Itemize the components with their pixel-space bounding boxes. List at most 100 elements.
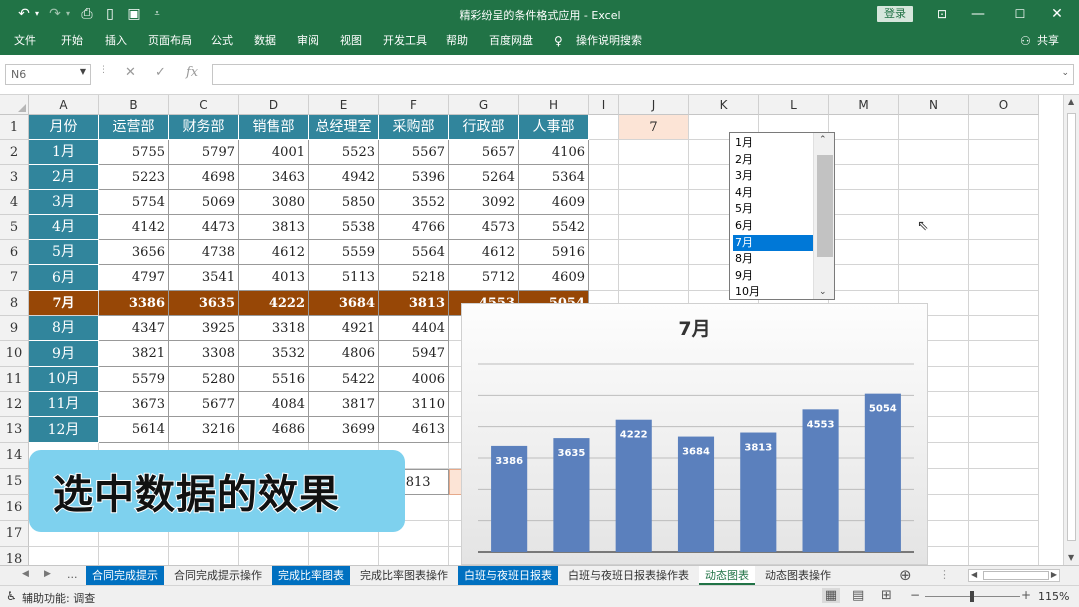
grid-cell[interactable] (619, 240, 689, 265)
row-header-9[interactable]: 9 (0, 316, 29, 341)
print-preview-icon[interactable]: ⎙ (79, 5, 95, 23)
column-header-c[interactable]: C (169, 95, 239, 115)
redo-dropdown-icon[interactable]: ▾ (63, 5, 73, 23)
enter-icon[interactable]: ✓ (155, 65, 166, 80)
table-value-cell[interactable]: 5916 (519, 240, 589, 265)
close-icon[interactable]: ✕ (1049, 5, 1065, 23)
grid-cell[interactable] (899, 265, 969, 291)
column-header-m[interactable]: M (829, 95, 899, 115)
column-header-j[interactable]: J (619, 95, 689, 115)
grid-cell[interactable] (899, 240, 969, 265)
grid-cell[interactable] (969, 495, 1039, 521)
grid-cell[interactable] (969, 190, 1039, 215)
row-header-2[interactable]: 2 (0, 140, 29, 165)
table-value-cell[interactable]: 5364 (519, 165, 589, 190)
grid-cell[interactable] (969, 367, 1039, 392)
grid-cell[interactable] (829, 165, 899, 190)
listbox-item[interactable]: 9月 (733, 268, 813, 284)
row-header-12[interactable]: 12 (0, 392, 29, 417)
listbox-item[interactable]: 7月 (733, 234, 813, 251)
row-header-18[interactable]: 18 (0, 547, 29, 565)
page-break-view-icon[interactable]: ⊞ (881, 588, 892, 603)
table-value-cell[interactable]: 5280 (169, 367, 239, 392)
column-header-h[interactable]: H (519, 95, 589, 115)
grid-cell[interactable] (619, 190, 689, 215)
table-header-cell[interactable]: 财务部 (169, 115, 239, 140)
month-label-cell[interactable]: 11月 (29, 392, 99, 417)
table-value-cell[interactable]: 4797 (99, 265, 169, 291)
undo-dropdown-icon[interactable]: ▾ (32, 5, 42, 23)
grid-cell[interactable] (829, 265, 899, 291)
grid-cell[interactable] (589, 240, 619, 265)
column-header-f[interactable]: F (379, 95, 449, 115)
month-label-cell[interactable]: 7月 (29, 291, 99, 316)
table-value-cell[interactable]: 5523 (309, 140, 379, 165)
table-value-cell[interactable]: 3817 (309, 392, 379, 417)
expand-formula-icon[interactable]: ⌄ (1061, 68, 1069, 78)
table-value-cell[interactable]: 3925 (169, 316, 239, 341)
login-button[interactable]: 登录 (877, 6, 913, 22)
table-value-cell[interactable]: 5614 (99, 417, 169, 443)
new-file-icon[interactable]: ▯ (102, 5, 118, 23)
row-header-1[interactable]: 1 (0, 115, 29, 140)
listbox-item[interactable]: 4月 (733, 185, 813, 201)
vertical-scrollbar[interactable]: ▲ ▼ (1063, 95, 1079, 565)
grid-cell[interactable] (969, 521, 1039, 547)
table-value-cell[interactable]: 4609 (519, 190, 589, 215)
prev-sheet-icon[interactable]: ◀ (22, 569, 29, 579)
table-value-cell[interactable]: 4921 (309, 316, 379, 341)
next-sheet-icon[interactable]: ▶ (44, 569, 51, 579)
grid-cell[interactable] (29, 547, 99, 565)
grid-cell[interactable] (969, 547, 1039, 565)
table-value-cell[interactable]: 4806 (309, 341, 379, 367)
grid-cell[interactable] (619, 265, 689, 291)
tab-help[interactable]: 帮助 (446, 34, 468, 48)
table-value-cell[interactable]: 5712 (449, 265, 519, 291)
table-value-cell[interactable]: 4613 (379, 417, 449, 443)
tab-data[interactable]: 数据 (254, 34, 276, 48)
table-header-cell[interactable]: 运营部 (99, 115, 169, 140)
listbox-item[interactable]: 3月 (733, 168, 813, 184)
undo-icon[interactable]: ↶ (16, 5, 32, 23)
column-header-i[interactable]: I (589, 95, 619, 115)
grid-cell[interactable] (619, 140, 689, 165)
page-layout-view-icon[interactable]: ▤ (852, 588, 864, 603)
table-value-cell[interactable]: 4142 (99, 215, 169, 240)
sheet-tab[interactable]: 白班与夜班日报表操作表 (562, 566, 695, 585)
table-value-cell[interactable]: 3673 (99, 392, 169, 417)
table-value-cell[interactable]: 3699 (309, 417, 379, 443)
column-header-b[interactable]: B (99, 95, 169, 115)
row-header-16[interactable]: 16 (0, 495, 29, 521)
chevron-down-icon[interactable]: ▼ (80, 67, 86, 76)
bar[interactable] (864, 393, 901, 552)
table-value-cell[interactable]: 5538 (309, 215, 379, 240)
listbox-scrollbar[interactable]: ⌃ ⌄ (813, 133, 834, 299)
column-header-g[interactable]: G (449, 95, 519, 115)
grid-cell[interactable] (829, 190, 899, 215)
grid-cell[interactable] (969, 469, 1039, 495)
grid-cell[interactable] (829, 140, 899, 165)
tab-view[interactable]: 视图 (340, 34, 362, 48)
scroll-down-icon[interactable]: ⌄ (819, 287, 827, 297)
maximize-icon[interactable]: ☐ (1012, 5, 1028, 23)
table-header-cell[interactable]: 总经理室 (309, 115, 379, 140)
grid-cell[interactable] (969, 341, 1039, 367)
month-label-cell[interactable]: 4月 (29, 215, 99, 240)
table-value-cell[interactable]: 5754 (99, 190, 169, 215)
table-value-cell[interactable]: 4942 (309, 165, 379, 190)
row-header-17[interactable]: 17 (0, 521, 29, 547)
bar-chart[interactable]: 7月 3386 3635 4222 3684 3813 4553 5054 (461, 303, 928, 565)
month-label-cell[interactable]: 12月 (29, 417, 99, 443)
table-value-cell[interactable]: 3635 (169, 291, 239, 316)
table-value-cell[interactable]: 4347 (99, 316, 169, 341)
tab-review[interactable]: 审阅 (297, 34, 319, 48)
table-value-cell[interactable]: 4222 (239, 291, 309, 316)
table-value-cell[interactable]: 5113 (309, 265, 379, 291)
grid-cell[interactable] (969, 165, 1039, 190)
table-value-cell[interactable]: 3386 (99, 291, 169, 316)
bar[interactable] (802, 409, 839, 552)
grid-cell[interactable] (899, 165, 969, 190)
scroll-left-icon[interactable]: ◀ (971, 570, 977, 579)
tab-page-layout[interactable]: 页面布局 (148, 34, 192, 48)
zoom-in-icon[interactable]: + (1021, 588, 1031, 602)
